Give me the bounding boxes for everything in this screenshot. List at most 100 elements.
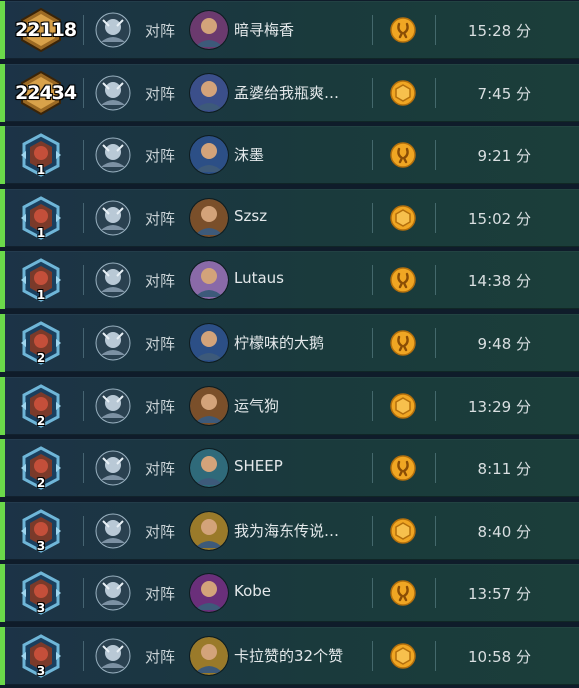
match-row[interactable]: 1 对阵 沫墨 9:21 分 — [0, 126, 579, 184]
star-level: 1 — [36, 163, 46, 177]
divider — [83, 78, 84, 108]
divider — [83, 578, 84, 608]
vs-label: 对阵 — [145, 460, 176, 478]
game-duration: 10:58 分 — [468, 648, 531, 666]
legend-rank-number: 22118 — [15, 19, 77, 41]
match-row[interactable]: 2 对阵 柠檬味的大鹅 9:48 分 — [0, 314, 579, 372]
divider — [372, 203, 373, 233]
divider — [435, 203, 436, 233]
vs-label: 对阵 — [145, 22, 176, 40]
divider — [435, 78, 436, 108]
star-level: 2 — [36, 476, 46, 490]
game-duration: 15:02 分 — [468, 210, 531, 228]
divider — [435, 391, 436, 421]
divider — [372, 15, 373, 45]
divider — [372, 78, 373, 108]
match-row[interactable]: 1 对阵 Lutaus 14:38 分 — [0, 251, 579, 309]
first-turn-coin-icon — [390, 142, 416, 168]
the-coin-icon — [390, 80, 416, 106]
divider — [83, 328, 84, 358]
divider — [372, 641, 373, 671]
match-row[interactable]: 1 对阵 Szsz 15:02 分 — [0, 189, 579, 247]
first-turn-coin-icon — [390, 580, 416, 606]
divider — [83, 391, 84, 421]
game-duration: 7:45 分 — [477, 85, 531, 103]
vs-label: 对阵 — [145, 585, 176, 603]
first-turn-coin-icon — [390, 17, 416, 43]
star-level: 2 — [36, 414, 46, 428]
star-level: 3 — [36, 664, 46, 678]
player-hero-portrait-icon — [95, 388, 131, 424]
vs-label: 对阵 — [145, 210, 176, 228]
divider — [435, 453, 436, 483]
match-row[interactable]: 2 对阵 运气狗 13:29 分 — [0, 377, 579, 435]
vs-label: 对阵 — [145, 335, 176, 353]
divider — [83, 265, 84, 295]
rank-emblem: 3 — [19, 634, 63, 678]
legend-rank-emblem: 22434 — [15, 71, 77, 115]
star-level: 3 — [36, 601, 46, 615]
player-hero-portrait-icon — [95, 75, 131, 111]
game-duration: 13:29 分 — [468, 398, 531, 416]
the-coin-icon — [390, 518, 416, 544]
match-row[interactable]: 2 对阵 SHEEP 8:11 分 — [0, 439, 579, 497]
divider — [83, 203, 84, 233]
opponent-name: 我为海东传说… — [234, 522, 340, 540]
opponent-name: Kobe — [234, 582, 272, 600]
opponent-name: 柠檬味的大鹅 — [234, 334, 325, 352]
opponent-name: 运气狗 — [234, 397, 280, 415]
first-turn-coin-icon — [390, 455, 416, 481]
rank-emblem: 2 — [19, 321, 63, 365]
vs-label: 对阵 — [145, 272, 176, 290]
vs-label: 对阵 — [145, 523, 176, 541]
vs-label: 对阵 — [145, 398, 176, 416]
opponent-portrait-icon — [190, 324, 228, 362]
opponent-name: 孟婆给我瓶爽… — [234, 84, 340, 102]
first-turn-coin-icon — [390, 267, 416, 293]
player-hero-portrait-icon — [95, 575, 131, 611]
match-row[interactable]: 22118 对阵 暗寻梅香 15:28 分 — [0, 1, 579, 59]
divider — [372, 391, 373, 421]
divider — [372, 516, 373, 546]
match-row[interactable]: 3 对阵 我为海东传说… 8:40 分 — [0, 502, 579, 560]
opponent-portrait-icon — [190, 74, 228, 112]
game-duration: 14:38 分 — [468, 272, 531, 290]
rank-emblem: 3 — [19, 571, 63, 615]
divider — [83, 516, 84, 546]
opponent-portrait-icon — [190, 136, 228, 174]
divider — [372, 578, 373, 608]
divider — [372, 140, 373, 170]
first-turn-coin-icon — [390, 330, 416, 356]
rank-emblem: 1 — [19, 196, 63, 240]
divider — [372, 453, 373, 483]
player-hero-portrait-icon — [95, 513, 131, 549]
divider — [435, 265, 436, 295]
match-row[interactable]: 22434 对阵 孟婆给我瓶爽… 7:45 分 — [0, 64, 579, 122]
game-duration: 8:40 分 — [477, 523, 531, 541]
star-level: 1 — [36, 226, 46, 240]
rank-emblem: 1 — [19, 258, 63, 302]
player-hero-portrait-icon — [95, 12, 131, 48]
legend-rank-emblem: 22118 — [15, 8, 77, 52]
game-duration: 13:57 分 — [468, 585, 531, 603]
opponent-portrait-icon — [190, 261, 228, 299]
opponent-name: 卡拉赞的32个赞 — [234, 647, 344, 665]
rank-emblem: 3 — [19, 509, 63, 553]
match-row[interactable]: 3 对阵 卡拉赞的32个赞 10:58 分 — [0, 627, 579, 685]
player-hero-portrait-icon — [95, 325, 131, 361]
divider — [435, 516, 436, 546]
match-row[interactable]: 3 对阵 Kobe 13:57 分 — [0, 564, 579, 622]
divider — [435, 328, 436, 358]
legend-rank-number: 22434 — [15, 82, 77, 104]
opponent-name: 沫墨 — [234, 146, 265, 164]
opponent-portrait-icon — [190, 449, 228, 487]
vs-label: 对阵 — [145, 147, 176, 165]
rank-emblem: 2 — [19, 384, 63, 428]
the-coin-icon — [390, 643, 416, 669]
player-hero-portrait-icon — [95, 200, 131, 236]
opponent-portrait-icon — [190, 199, 228, 237]
opponent-name: SHEEP — [234, 457, 283, 475]
the-coin-icon — [390, 205, 416, 231]
divider — [372, 265, 373, 295]
divider — [372, 328, 373, 358]
